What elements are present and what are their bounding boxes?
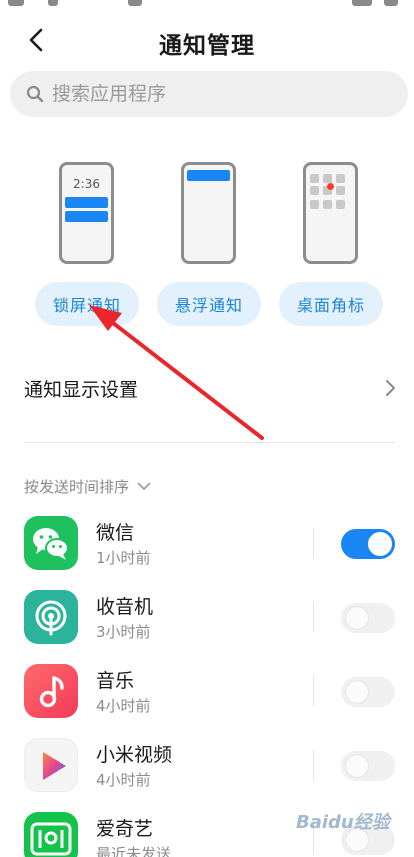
lockscreen-clock: 2:36 (73, 177, 100, 191)
search-bar[interactable] (10, 71, 408, 117)
floating-notification-button[interactable]: 悬浮通知 (157, 282, 261, 326)
search-input[interactable] (52, 83, 372, 105)
radio-icon (24, 590, 78, 644)
row-separator (313, 750, 314, 780)
lockscreen-preview: 2:36 (59, 162, 114, 264)
settings-label: 通知显示设置 (24, 379, 139, 401)
row-separator (313, 676, 314, 706)
status-bar (0, 0, 414, 8)
mi-video-icon (24, 738, 78, 792)
app-name: 微信 (96, 522, 135, 544)
app-time: 4小时前 (96, 771, 151, 789)
app-name: 收音机 (96, 596, 154, 618)
notification-toggle[interactable] (341, 677, 395, 707)
sort-label: 按发送时间排序 (24, 478, 130, 496)
app-time: 3小时前 (96, 623, 151, 641)
watermark-logo: Baidu经验 (296, 812, 390, 833)
notification-toggle[interactable] (341, 529, 395, 559)
app-name: 小米视频 (96, 744, 173, 766)
notification-toggle[interactable] (341, 603, 395, 633)
lockscreen-notification-button[interactable]: 锁屏通知 (35, 282, 139, 326)
sort-dropdown[interactable]: 按发送时间排序 (24, 476, 151, 497)
app-time: 最近未发送 (96, 845, 172, 857)
badge-notification-button[interactable]: 桌面角标 (279, 282, 383, 326)
music-icon (24, 664, 78, 718)
row-separator (313, 602, 314, 632)
search-icon (26, 85, 44, 103)
app-row-radio[interactable]: 收音机 3小时前 (0, 590, 414, 664)
badge-preview (303, 162, 358, 264)
app-name: 音乐 (96, 670, 135, 692)
app-row-music[interactable]: 音乐 4小时前 (0, 664, 414, 738)
row-separator (313, 528, 314, 558)
header: 通知管理 (0, 18, 414, 62)
app-time: 1小时前 (96, 549, 151, 567)
notification-display-settings[interactable]: 通知显示设置 (0, 365, 414, 411)
page-title: 通知管理 (159, 33, 255, 59)
app-row-wechat[interactable]: 微信 1小时前 (0, 516, 414, 590)
divider (24, 442, 395, 443)
notification-toggle[interactable] (341, 751, 395, 781)
floating-preview (181, 162, 236, 264)
chevron-right-icon (386, 380, 395, 396)
app-time: 4小时前 (96, 697, 151, 715)
iqiyi-icon (24, 812, 78, 857)
wechat-icon (24, 516, 78, 570)
app-row-mi-video[interactable]: 小米视频 4小时前 (0, 738, 414, 812)
chevron-down-icon (137, 482, 151, 490)
app-name: 爱奇艺 (96, 818, 154, 840)
